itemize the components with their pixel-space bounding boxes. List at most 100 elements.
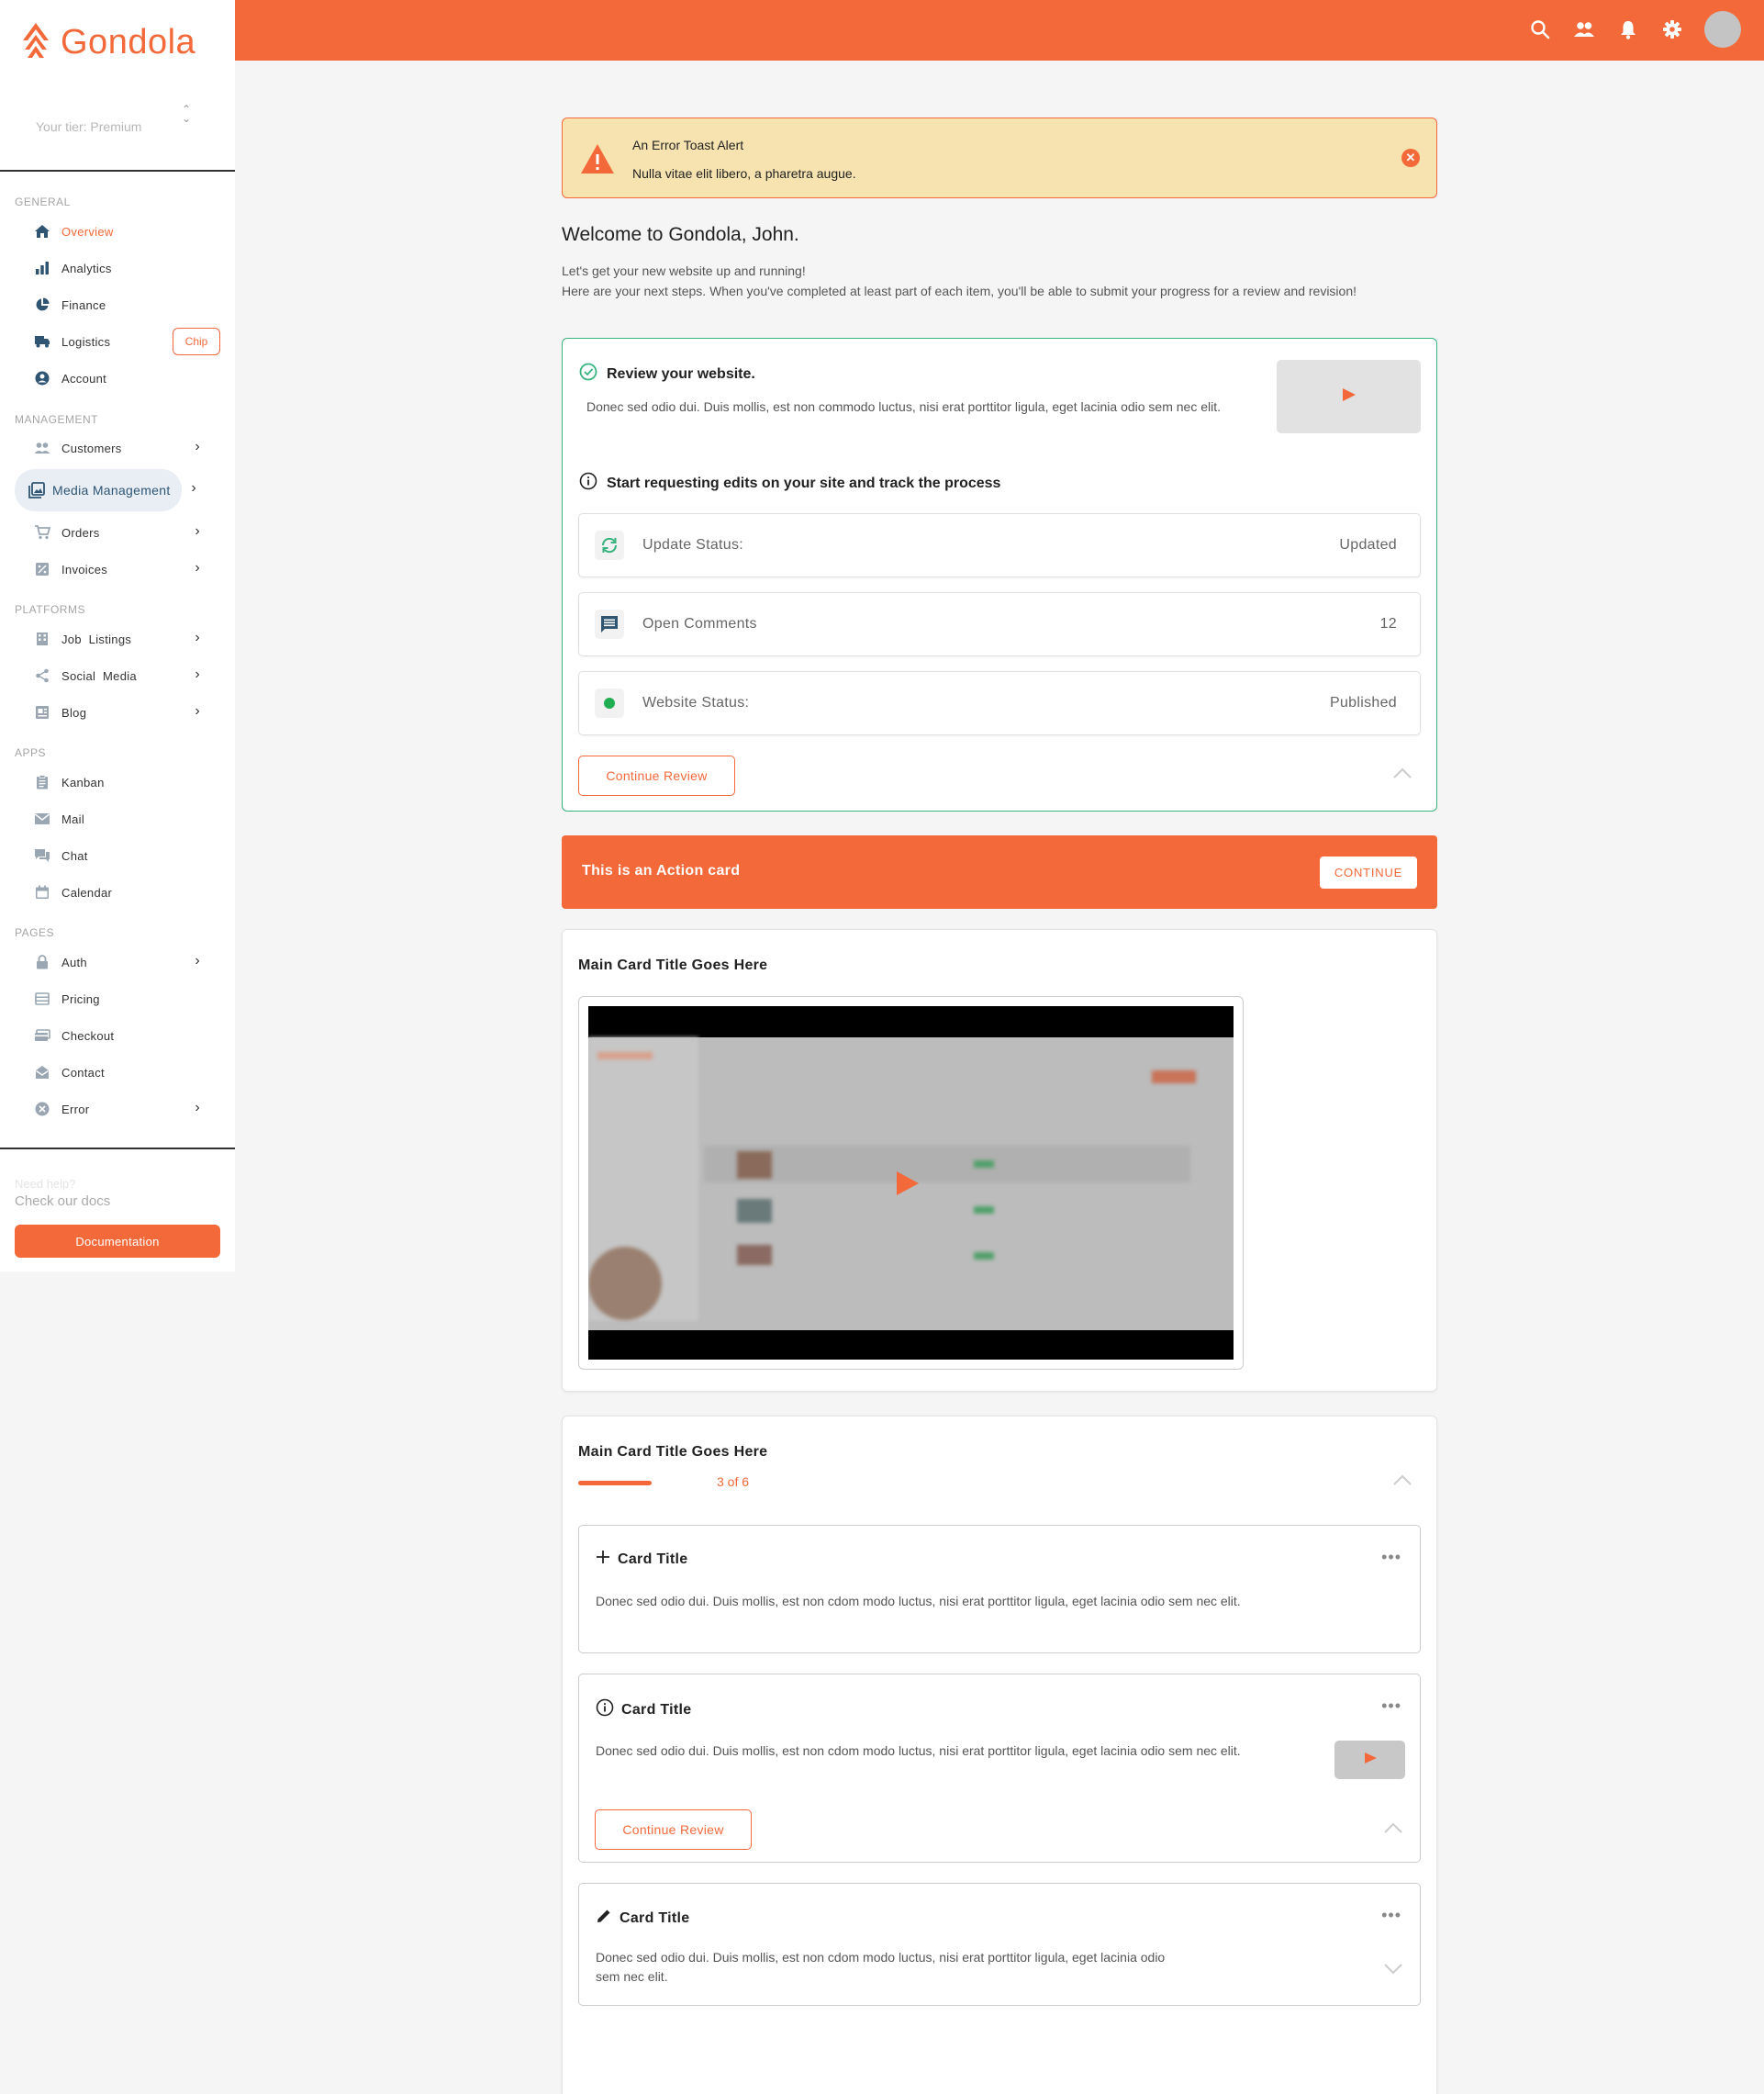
topbar — [235, 0, 1764, 61]
bell-icon[interactable] — [1616, 17, 1640, 41]
review-title-text: Review your website. — [607, 365, 755, 382]
status-dot-icon — [595, 689, 624, 718]
sidebar-item-social-media[interactable]: Social Media › — [15, 659, 220, 692]
sidebar-item-account[interactable]: Account — [15, 362, 220, 395]
sidebar-item-auth[interactable]: Auth › — [15, 946, 220, 979]
main-card-video: Main Card Title Goes Here — [562, 929, 1437, 1392]
sidebar-item-overview[interactable]: Overview — [15, 215, 220, 248]
chevron-right-icon: › — [195, 666, 200, 682]
sidebar-item-mail[interactable]: Mail — [15, 802, 220, 835]
sidebar-item-label: Contact — [61, 1065, 105, 1080]
documentation-button[interactable]: Documentation — [15, 1225, 220, 1258]
sidebar-item-label: Overview — [61, 224, 114, 239]
action-continue-button[interactable]: CONTINUE — [1320, 857, 1417, 889]
chevron-up-icon[interactable] — [1392, 1473, 1412, 1490]
article-icon — [33, 703, 51, 722]
video-player[interactable] — [578, 996, 1244, 1370]
sidebar-item-kanban[interactable]: Kanban — [15, 766, 220, 799]
sidebar-item-pricing[interactable]: Pricing — [15, 982, 220, 1015]
sidebar-item-label: Media Management — [52, 483, 171, 498]
sidebar-item-media-management[interactable]: Media Management › — [15, 469, 196, 511]
continue-review-button[interactable]: Continue Review — [595, 1809, 752, 1850]
chevron-up-icon[interactable] — [1392, 767, 1412, 783]
status-row-update: Update Status: Updated — [578, 513, 1421, 577]
status-value: Updated — [1339, 537, 1397, 553]
video-thumbnail[interactable] — [1277, 360, 1421, 433]
sidebar-item-label: Customers — [61, 441, 122, 455]
sidebar-item-label: Account — [61, 371, 107, 386]
video-blur-presenter — [588, 1247, 662, 1320]
brand-logo[interactable]: Gondola — [20, 20, 195, 65]
sidebar-item-blog[interactable]: Blog › — [15, 696, 220, 729]
video-blur-row — [704, 1146, 1190, 1182]
settings-icon[interactable] — [1660, 17, 1684, 41]
invoice-icon — [33, 560, 51, 578]
home-icon — [33, 222, 51, 241]
sidebar-item-chat[interactable]: Chat — [15, 839, 220, 872]
status-row-website: Website Status: Published — [578, 671, 1421, 735]
sidebar-divider — [0, 1148, 235, 1149]
chevron-right-icon: › — [195, 560, 200, 576]
more-options-icon[interactable]: ••• — [1381, 1548, 1401, 1567]
chevron-down-icon[interactable] — [1383, 1963, 1403, 1979]
video-blur-thumb — [737, 1245, 772, 1265]
play-icon[interactable] — [893, 1170, 921, 1202]
sidebar-item-invoices[interactable]: Invoices › — [15, 553, 220, 586]
sidebar-item-error[interactable]: Error › — [15, 1092, 220, 1125]
sidebar-item-job-listings[interactable]: Job Listings › — [15, 622, 220, 655]
more-options-icon[interactable]: ••• — [1381, 1906, 1401, 1925]
sidebar-item-label: Mail — [61, 812, 85, 826]
truck-icon — [33, 332, 51, 351]
video-blur-status — [974, 1160, 994, 1168]
chevron-up-icon[interactable] — [1383, 1821, 1403, 1838]
review-description: Donec sed odio dui. Duis mollis, est non… — [586, 399, 1222, 414]
step-card: Card Title ••• Donec sed odio dui. Duis … — [578, 1883, 1421, 2006]
status-label: Open Comments — [642, 616, 757, 632]
main-card-title: Main Card Title Goes Here — [578, 1444, 768, 1460]
chevron-right-icon: › — [195, 703, 200, 719]
chevron-right-icon: › — [195, 439, 200, 454]
pencil-icon — [596, 1908, 612, 1929]
video-blur-button — [1152, 1070, 1196, 1083]
logistics-chip[interactable]: Chip — [173, 328, 220, 355]
sidebar-item-label: Chat — [61, 848, 88, 863]
sidebar-item-orders[interactable]: Orders › — [15, 516, 220, 549]
edits-subtitle: Start requesting edits on your site and … — [579, 472, 1000, 495]
continue-review-button[interactable]: Continue Review — [578, 756, 735, 796]
sidebar: Gondola Your tier: Premium ⌃ ⌄ GENERAL Ov… — [0, 0, 235, 1271]
sidebar-item-label: Job Listings — [61, 632, 132, 646]
sidebar-item-label: Invoices — [61, 562, 108, 577]
info-icon — [579, 472, 597, 495]
action-card: This is an Action card CONTINUE — [562, 835, 1437, 909]
chevron-right-icon: › — [195, 630, 200, 645]
tier-selector-icon[interactable]: ⌃ ⌄ — [182, 104, 191, 124]
section-apps: APPS — [15, 746, 47, 759]
photo-library-icon — [28, 481, 46, 499]
cart-icon — [33, 523, 51, 542]
avatar[interactable] — [1704, 11, 1741, 48]
sidebar-item-customers[interactable]: Customers › — [15, 431, 220, 465]
pie-chart-icon — [33, 296, 51, 314]
clipboard-icon — [33, 773, 51, 791]
sidebar-item-contact[interactable]: Contact — [15, 1056, 220, 1089]
sidebar-item-checkout[interactable]: Checkout — [15, 1019, 220, 1052]
play-icon — [1363, 1752, 1378, 1769]
sidebar-item-calendar[interactable]: Calendar — [15, 876, 220, 909]
search-icon[interactable] — [1528, 17, 1552, 41]
more-options-icon[interactable]: ••• — [1381, 1696, 1401, 1716]
sidebar-item-finance[interactable]: Finance — [15, 288, 220, 321]
edits-subtitle-text: Start requesting edits on your site and … — [607, 475, 1001, 491]
sidebar-item-analytics[interactable]: Analytics — [15, 252, 220, 285]
step-title-text: Card Title — [620, 1909, 690, 1926]
review-website-card: Review your website. Donec sed odio dui.… — [562, 338, 1437, 812]
sidebar-item-label: Error — [61, 1102, 90, 1116]
tier-label: Your tier: Premium — [36, 119, 142, 134]
step-card-title: Card Title — [596, 1550, 688, 1569]
people-icon[interactable] — [1572, 17, 1596, 41]
close-icon[interactable]: ✕ — [1401, 149, 1420, 167]
step-card-title: Card Title — [596, 1698, 692, 1721]
chevron-right-icon: › — [191, 480, 196, 496]
sidebar-item-label: Finance — [61, 297, 106, 312]
video-thumbnail[interactable] — [1334, 1741, 1405, 1779]
section-pages: PAGES — [15, 926, 54, 939]
